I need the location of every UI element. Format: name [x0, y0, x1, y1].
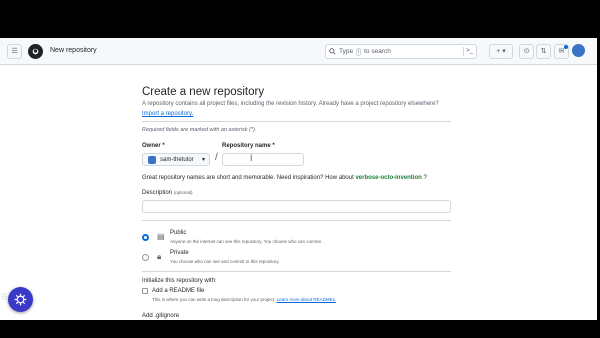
gitignore-label: Add .gitignore [142, 313, 180, 319]
public-description: Anyone on the internet can see this repo… [170, 239, 323, 244]
private-title[interactable]: Private [170, 250, 189, 256]
search-placeholder: Type / to search [339, 48, 391, 56]
readme-checkbox[interactable] [142, 288, 148, 294]
breadcrumb[interactable]: New repository [50, 47, 97, 54]
plus-icon: + ▾ [496, 48, 506, 55]
required-fields-note: Required fields are marked with an aster… [142, 127, 257, 133]
divider [142, 121, 451, 122]
command-palette-icon[interactable]: >_ [463, 47, 473, 56]
global-header: ☰ New repository Type / to search >_ + ▾… [0, 38, 597, 65]
readme-learn-more-link[interactable]: Learn more about READMEs. [277, 297, 337, 302]
owner-label: Owner * [142, 143, 165, 149]
user-avatar[interactable] [572, 44, 585, 57]
search-icon [329, 48, 336, 55]
readme-description: This is where you can write a long descr… [152, 297, 337, 302]
menu-button[interactable]: ☰ [7, 44, 22, 59]
issue-circle-icon: ⊙ [523, 48, 530, 55]
private-radio[interactable] [142, 254, 149, 261]
lock-icon: 🔒︎ [157, 252, 162, 261]
owner-value: sam-thetutor [160, 157, 194, 163]
repo-icon: ▤ [157, 232, 165, 241]
readme-label[interactable]: Add a README file [152, 288, 204, 294]
create-new-button[interactable]: + ▾ [489, 44, 513, 59]
owner-avatar [148, 156, 156, 164]
repository-name-label: Repository name * [222, 143, 275, 149]
search-input[interactable]: Type / to search >_ [325, 44, 477, 59]
owner-repo-separator: / [215, 152, 218, 163]
name-suggestion-hint: Great repository names are short and mem… [142, 175, 427, 181]
repository-name-input[interactable] [222, 153, 304, 166]
search-shortcut-key: / [355, 48, 362, 56]
page-title: Create a new repository [142, 86, 265, 98]
floating-widget-button[interactable] [8, 287, 33, 312]
pull-request-icon: ⇅ [540, 48, 547, 55]
issues-button[interactable]: ⊙ [519, 44, 534, 59]
text-cursor-icon: I [250, 153, 253, 163]
page-subtitle: A repository contains all project files,… [142, 101, 439, 107]
owner-select[interactable]: sam-thetutor ▾ [142, 153, 210, 166]
screen: ☰ New repository Type / to search >_ + ▾… [0, 0, 600, 338]
import-repository-link[interactable]: Import a repository. [142, 111, 193, 117]
initialize-label: Initialize this repository with: [142, 278, 217, 284]
inbox-icon: ✉ [558, 48, 565, 55]
chevron-down-icon: ▾ [201, 157, 205, 163]
divider [142, 271, 451, 272]
suggested-name[interactable]: verbose-octo-invention [355, 175, 421, 181]
notification-dot [564, 45, 568, 49]
pull-requests-button[interactable]: ⇅ [536, 44, 551, 59]
public-title[interactable]: Public [170, 230, 186, 236]
hamburger-icon: ☰ [11, 48, 18, 55]
divider [142, 220, 451, 221]
drag-handle-icon[interactable]: ⠿ [1, 293, 8, 302]
description-input[interactable] [142, 200, 451, 213]
browser-page: ☰ New repository Type / to search >_ + ▾… [0, 38, 597, 320]
description-label: Description (optional) [142, 190, 193, 196]
public-radio[interactable] [142, 234, 149, 241]
private-description: You choose who can see and commit to thi… [170, 259, 280, 264]
gear-icon [14, 293, 27, 306]
github-logo-icon[interactable] [28, 44, 43, 59]
